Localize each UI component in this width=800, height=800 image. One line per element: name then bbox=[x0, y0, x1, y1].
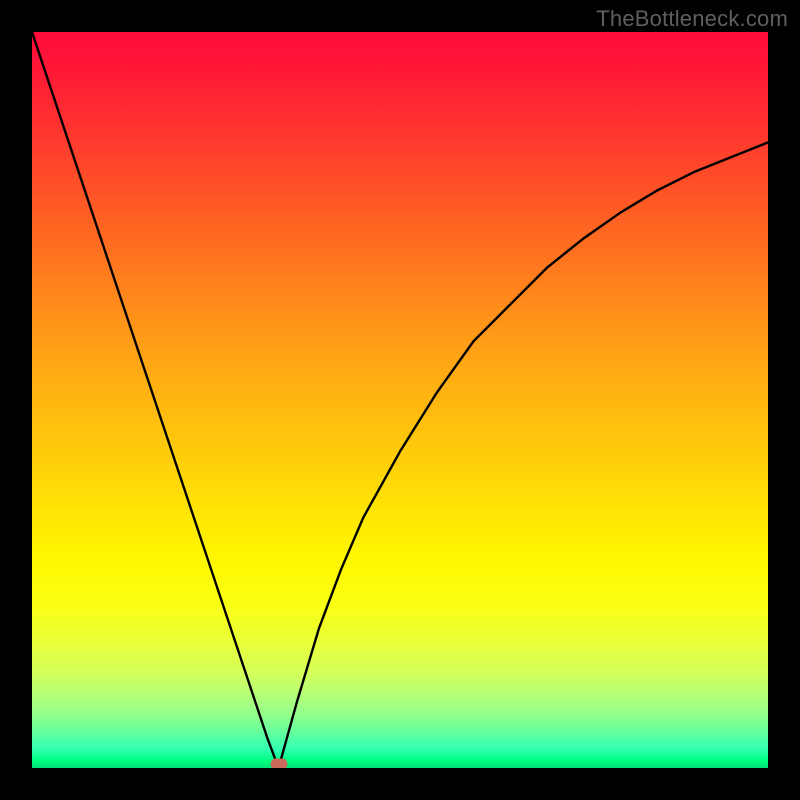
curve-right-branch bbox=[279, 142, 768, 768]
bottleneck-curve bbox=[32, 32, 768, 768]
curve-left-branch bbox=[32, 32, 279, 768]
chart-frame: TheBottleneck.com bbox=[0, 0, 800, 800]
plot-area bbox=[32, 32, 768, 768]
watermark-text: TheBottleneck.com bbox=[596, 6, 788, 32]
minimum-marker bbox=[270, 758, 287, 768]
